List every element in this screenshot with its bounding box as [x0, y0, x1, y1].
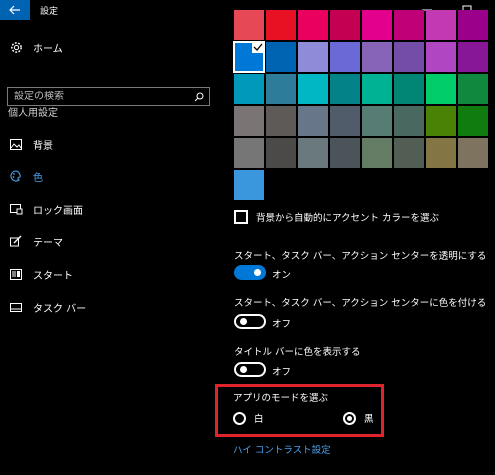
- auto-accent-label: 背景から自動的にアクセント カラーを選ぶ: [256, 213, 440, 224]
- color-swatch[interactable]: [266, 10, 296, 40]
- color-swatch[interactable]: [458, 106, 488, 136]
- color-swatch[interactable]: [298, 42, 328, 72]
- titlebar-color-state: オフ: [272, 367, 292, 378]
- color-swatch[interactable]: [298, 106, 328, 136]
- color-swatch[interactable]: [266, 74, 296, 104]
- back-button[interactable]: [0, 0, 30, 20]
- color-swatch[interactable]: [394, 10, 424, 40]
- sidebar-item-theme[interactable]: テーマ: [0, 230, 222, 252]
- search-icon[interactable]: [194, 92, 204, 102]
- color-swatch[interactable]: [426, 74, 456, 104]
- transparency-toggle[interactable]: [234, 265, 266, 280]
- color-swatch[interactable]: [394, 106, 424, 136]
- sidebar-item-label: テーマ: [33, 237, 63, 249]
- high-contrast-link[interactable]: ハイ コントラスト設定: [233, 442, 331, 456]
- color-swatch[interactable]: [298, 10, 328, 40]
- sidebar-item-label: ロック画面: [33, 205, 83, 217]
- color-swatch[interactable]: [394, 42, 424, 72]
- sidebar-item-color[interactable]: 色: [0, 165, 222, 187]
- color-swatch[interactable]: [330, 74, 360, 104]
- sidebar-item-lock-screen[interactable]: ロック画面: [0, 198, 222, 220]
- color-swatch[interactable]: [458, 42, 488, 72]
- color-swatch[interactable]: [458, 74, 488, 104]
- app-mode-light-radio[interactable]: [233, 411, 246, 425]
- palette-icon: [9, 169, 23, 183]
- app-mode-light-label: 白: [254, 414, 264, 425]
- color-swatch[interactable]: [426, 106, 456, 136]
- color-swatch[interactable]: [266, 42, 296, 72]
- auto-accent-option[interactable]: 背景から自動的にアクセント カラーを選ぶ: [234, 210, 439, 224]
- color-swatch[interactable]: [458, 138, 488, 168]
- titlebar-color-toggle[interactable]: [234, 362, 266, 377]
- color-swatch[interactable]: [298, 138, 328, 168]
- color-swatch[interactable]: [234, 10, 264, 40]
- color-swatch[interactable]: [266, 138, 296, 168]
- start-icon: [9, 267, 23, 281]
- start-color-state: オフ: [272, 319, 292, 330]
- color-swatch[interactable]: [362, 74, 392, 104]
- color-swatch[interactable]: [234, 74, 264, 104]
- sidebar-item-label: 背景: [33, 140, 53, 152]
- checkmark-icon: [252, 42, 264, 53]
- color-swatch[interactable]: [362, 10, 392, 40]
- color-swatch[interactable]: [234, 170, 264, 200]
- start-color-toggle[interactable]: [234, 314, 266, 329]
- gear-icon: [9, 40, 23, 54]
- toggle-knob: [240, 366, 247, 373]
- sidebar-item-label: 色: [33, 172, 43, 184]
- picture-icon: [9, 137, 23, 151]
- color-swatch[interactable]: [362, 106, 392, 136]
- sidebar-item-label: タスク バー: [33, 303, 87, 315]
- sidebar-item-background[interactable]: 背景: [0, 133, 222, 155]
- brush-icon: [9, 234, 23, 248]
- app-mode-dark-label: 黒: [364, 414, 374, 425]
- sidebar-item-home[interactable]: ホーム: [0, 36, 222, 58]
- sidebar-item-taskbar[interactable]: タスク バー: [0, 296, 222, 318]
- sidebar-item-start[interactable]: スタート: [0, 263, 222, 285]
- color-swatch[interactable]: [234, 106, 264, 136]
- color-swatch[interactable]: [458, 10, 488, 40]
- color-swatch[interactable]: [426, 138, 456, 168]
- app-mode-dark-option[interactable]: 黒: [343, 411, 374, 425]
- color-swatch[interactable]: [330, 138, 360, 168]
- search-input[interactable]: [8, 91, 188, 102]
- titlebar-color-label: タイトル バーに色を表示する: [234, 347, 361, 358]
- taskbar-icon: [9, 300, 23, 314]
- color-swatch[interactable]: [330, 106, 360, 136]
- back-arrow-icon: [9, 5, 20, 15]
- lock-screen-icon: [9, 202, 23, 216]
- window-title: 設定: [40, 7, 59, 17]
- toggle-knob: [254, 269, 261, 276]
- color-swatch[interactable]: [330, 42, 360, 72]
- transparency-state: オン: [272, 270, 292, 281]
- color-swatch[interactable]: [234, 138, 264, 168]
- color-swatch[interactable]: [362, 138, 392, 168]
- color-swatch[interactable]: [266, 106, 296, 136]
- color-swatch[interactable]: [233, 41, 265, 73]
- color-swatch[interactable]: [298, 74, 328, 104]
- transparency-label: スタート、タスク バー、アクション センターを透明にする: [234, 251, 487, 262]
- color-swatch[interactable]: [394, 138, 424, 168]
- section-title: 個人用設定: [8, 108, 58, 119]
- toggle-knob: [240, 318, 247, 325]
- color-swatch[interactable]: [362, 42, 392, 72]
- color-swatch[interactable]: [330, 10, 360, 40]
- color-swatch[interactable]: [426, 10, 456, 40]
- start-color-label: スタート、タスク バー、アクション センターに色を付ける: [234, 298, 487, 309]
- color-swatch[interactable]: [426, 42, 456, 72]
- app-mode-label: アプリのモードを選ぶ: [233, 393, 329, 404]
- auto-accent-checkbox[interactable]: [234, 210, 248, 224]
- sidebar-item-label: ホーム: [33, 43, 63, 55]
- app-mode-dark-radio[interactable]: [343, 411, 356, 425]
- color-swatch[interactable]: [394, 74, 424, 104]
- sidebar: ホーム 個人用設定 背景 色 ロック画面 テーマ スタート: [0, 20, 222, 475]
- app-mode-light-option[interactable]: 白: [233, 411, 264, 425]
- sidebar-item-label: スタート: [33, 270, 73, 282]
